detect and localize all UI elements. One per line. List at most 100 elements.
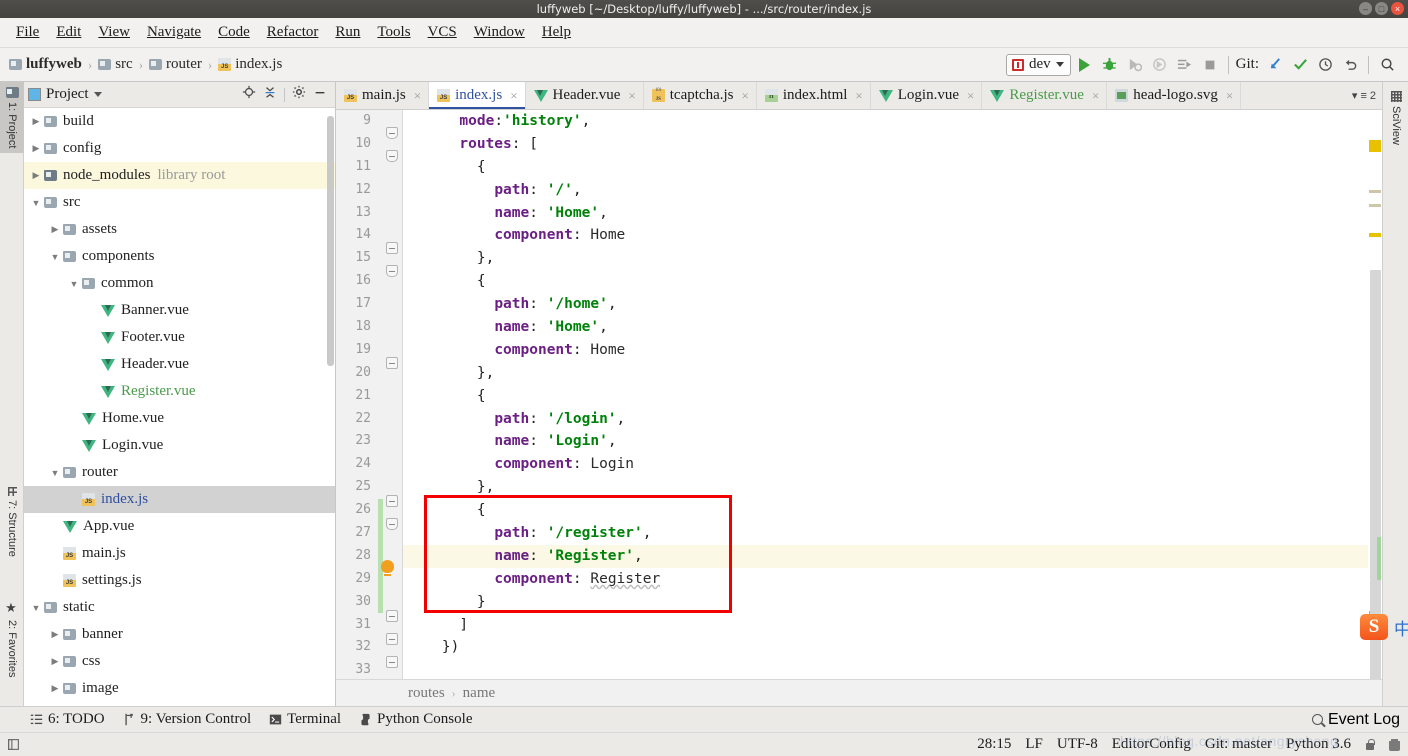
- bottom-item-todo[interactable]: 6: TODO: [30, 711, 105, 728]
- run-button[interactable]: [1074, 54, 1096, 76]
- project-tree-scrollbar[interactable]: [327, 116, 334, 366]
- chevron-right-icon[interactable]: ▶: [28, 170, 44, 181]
- chevron-right-icon[interactable]: ▶: [47, 683, 63, 694]
- code-editor[interactable]: 9 10 11 12 13 14 15 16 17 18 19 20 21 22 23 24 25 26 27 28 2…: [336, 110, 1382, 679]
- hide-panel-button[interactable]: [313, 85, 327, 104]
- menu-item-navigate[interactable]: Navigate: [139, 21, 209, 44]
- tree-item[interactable]: ▶ css: [24, 648, 335, 675]
- event-log-button[interactable]: Event Log: [1311, 711, 1408, 729]
- code-line[interactable]: path: '/',: [403, 179, 1382, 202]
- editor-tab[interactable]: Login.vue ×: [871, 82, 983, 109]
- code-line[interactable]: component: Home: [403, 224, 1382, 247]
- code-line[interactable]: }: [403, 591, 1382, 614]
- editor-scrollbar-thumb[interactable]: [1370, 270, 1381, 580]
- project-tree[interactable]: ▶ build ▶ config ▶ node_modules library root ▼ s…: [24, 108, 335, 706]
- menu-item-window[interactable]: Window: [466, 21, 533, 44]
- editor-tab[interactable]: Hindex.html ×: [757, 82, 871, 109]
- bottom-item-python-console[interactable]: Python Console: [359, 711, 472, 728]
- editor-tab[interactable]: Header.vue ×: [526, 82, 644, 109]
- chevron-down-icon[interactable]: ▼: [28, 198, 44, 208]
- code-line[interactable]: [403, 659, 1382, 679]
- menu-item-refactor[interactable]: Refactor: [259, 21, 327, 44]
- scroll-from-source-button[interactable]: [242, 85, 256, 104]
- editor-tab[interactable]: tcaptcha.js ×: [644, 82, 757, 109]
- editor-tab[interactable]: JS main.js ×: [336, 82, 430, 109]
- tree-item[interactable]: Footer.vue: [24, 324, 335, 351]
- stop-button[interactable]: [1199, 54, 1221, 76]
- fold-indicator[interactable]: [386, 150, 398, 162]
- fold-indicator[interactable]: [386, 357, 398, 369]
- chevron-right-icon[interactable]: ▶: [47, 656, 63, 667]
- close-button[interactable]: ×: [1391, 2, 1404, 15]
- run-dump-button[interactable]: [1174, 54, 1196, 76]
- menu-item-file[interactable]: File: [8, 21, 47, 44]
- breadcrumb-item-file[interactable]: JS index.js: [215, 54, 285, 75]
- fold-indicator[interactable]: [386, 242, 398, 254]
- fold-indicator[interactable]: [386, 127, 398, 139]
- editor-tab[interactable]: JS index.js ×: [429, 82, 526, 109]
- tree-item[interactable]: Banner.vue: [24, 297, 335, 324]
- code-line[interactable]: component: Login: [403, 453, 1382, 476]
- code-line[interactable]: path: '/home',: [403, 293, 1382, 316]
- tree-item[interactable]: ▼ static: [24, 594, 335, 621]
- menu-item-code[interactable]: Code: [210, 21, 258, 44]
- menu-item-vcs[interactable]: VCS: [420, 21, 465, 44]
- debug-button[interactable]: [1099, 54, 1121, 76]
- code-line[interactable]: {: [403, 156, 1382, 179]
- tree-item[interactable]: Home.vue: [24, 405, 335, 432]
- code-line[interactable]: },: [403, 476, 1382, 499]
- ime-indicator[interactable]: S 中: [1360, 614, 1408, 640]
- menu-item-run[interactable]: Run: [327, 21, 368, 44]
- collapse-all-button[interactable]: [263, 85, 277, 104]
- profile-button[interactable]: [1149, 54, 1171, 76]
- close-icon[interactable]: ×: [1092, 88, 1099, 104]
- tree-item[interactable]: ▼ common: [24, 270, 335, 297]
- tree-item[interactable]: ▼ components: [24, 243, 335, 270]
- code-line[interactable]: name: 'Home',: [403, 316, 1382, 339]
- chevron-down-icon[interactable]: ▼: [47, 468, 63, 478]
- code-line[interactable]: },: [403, 362, 1382, 385]
- editor-tab[interactable]: Register.vue ×: [982, 82, 1108, 109]
- minimize-button[interactable]: –: [1359, 2, 1372, 15]
- ime-mode-label[interactable]: 中: [1394, 615, 1408, 640]
- code-line[interactable]: mode:'history',: [403, 110, 1382, 133]
- history-button[interactable]: [1314, 54, 1336, 76]
- tree-item[interactable]: ▶ node_modules library root: [24, 162, 335, 189]
- sidebar-item-project[interactable]: 1: Project: [0, 82, 24, 154]
- sidebar-item-sciview[interactable]: SciView: [1383, 86, 1408, 150]
- chevron-right-icon[interactable]: ▶: [28, 116, 44, 127]
- sogou-logo-icon[interactable]: S: [1360, 614, 1388, 640]
- code-line[interactable]: name: 'Home',: [403, 202, 1382, 225]
- chevron-right-icon[interactable]: ▶: [47, 629, 63, 640]
- fold-indicator[interactable]: [386, 265, 398, 277]
- sidebar-item-structure[interactable]: 7: Structure: [0, 482, 24, 562]
- chevron-down-icon[interactable]: ▼: [66, 279, 82, 289]
- settings-button[interactable]: [292, 85, 306, 104]
- search-everywhere-button[interactable]: [1376, 54, 1398, 76]
- tree-item[interactable]: JS settings.js: [24, 567, 335, 594]
- chevron-right-icon[interactable]: ▶: [28, 143, 44, 154]
- editor-tab[interactable]: head-logo.svg ×: [1107, 82, 1242, 109]
- intention-bulb-icon[interactable]: [381, 560, 394, 576]
- editor-marker-strip[interactable]: [1368, 138, 1382, 679]
- run-with-coverage-button[interactable]: [1124, 54, 1146, 76]
- close-icon[interactable]: ×: [414, 88, 421, 104]
- tree-item[interactable]: ▶ config: [24, 135, 335, 162]
- code-line[interactable]: name: 'Login',: [403, 430, 1382, 453]
- fold-indicator[interactable]: [386, 610, 398, 622]
- breadcrumb-node-routes[interactable]: routes: [408, 685, 445, 702]
- tree-item[interactable]: Login.vue: [24, 432, 335, 459]
- close-icon[interactable]: ×: [742, 88, 749, 104]
- bottom-item-version-control[interactable]: 9: Version Control: [123, 711, 251, 728]
- code-line[interactable]: component: Home: [403, 339, 1382, 362]
- sidebar-item-favorites[interactable]: ★ 2: Favorites: [0, 596, 24, 682]
- chevron-right-icon[interactable]: ▶: [47, 224, 63, 235]
- breadcrumb-item-router[interactable]: router: [146, 54, 205, 75]
- bottom-item-terminal[interactable]: Terminal: [269, 711, 341, 728]
- tree-item[interactable]: App.vue: [24, 513, 335, 540]
- code-line[interactable]: {: [403, 385, 1382, 408]
- code-line[interactable]: path: '/register',: [403, 522, 1382, 545]
- tree-item[interactable]: ▶ assets: [24, 216, 335, 243]
- fold-indicator[interactable]: [386, 656, 398, 668]
- file-encoding[interactable]: UTF-8: [1057, 736, 1098, 753]
